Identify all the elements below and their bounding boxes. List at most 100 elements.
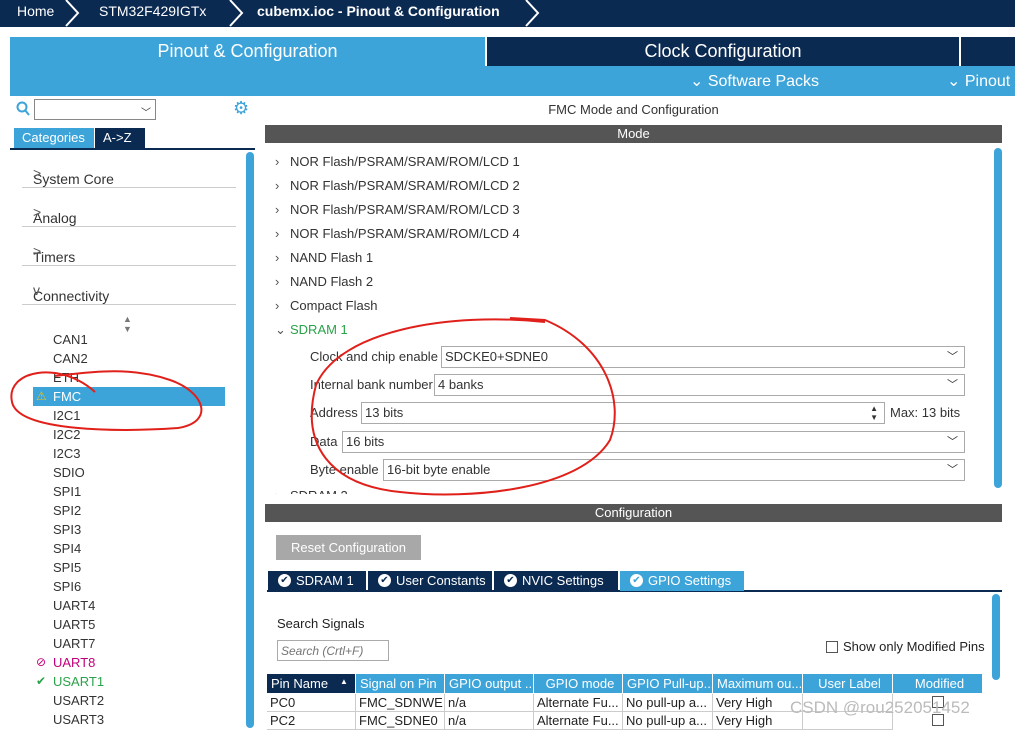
breadcrumb-separator-icon [229, 0, 244, 27]
peripheral-item-uart5[interactable]: UART5 [33, 615, 225, 634]
configuration-header: Configuration [265, 504, 1002, 522]
mode-item-nor-flash-psram-sram-rom-lcd-3[interactable]: › NOR Flash/PSRAM/SRAM/ROM/LCD 3 [275, 200, 520, 220]
table-cell[interactable]: n/a [445, 712, 534, 730]
peripheral-item-usart3[interactable]: USART3 [33, 710, 225, 729]
address-row: Address 13 bits ▲ ▼ Max: 13 bits [310, 402, 965, 424]
bank-number-select[interactable]: 4 banks ﹀ [434, 374, 965, 396]
tab-gpio-settings[interactable]: ✔ GPIO Settings [620, 571, 744, 591]
peripheral-item-uart7[interactable]: UART7 [33, 634, 225, 653]
clock-chip-enable-row: Clock and chip enable SDCKE0+SDNE0 ﹀ [310, 346, 965, 368]
table-cell[interactable]: FMC_SDNE0 [356, 712, 445, 730]
data-row: Data 16 bits ﹀ [310, 431, 965, 453]
peripheral-item-i2c1[interactable]: I2C1 [33, 406, 225, 425]
mode-item-nand-flash-1[interactable]: › NAND Flash 1 [275, 248, 373, 268]
table-cell[interactable]: PC0 [267, 694, 356, 712]
peripheral-item-i2c2[interactable]: I2C2 [33, 425, 225, 444]
mode-header: Mode [265, 125, 1002, 143]
show-modified-label: Show only Modified Pins [843, 639, 985, 654]
peripheral-item-spi6[interactable]: SPI6 [33, 577, 225, 596]
warning-icon: ⚠ [36, 389, 47, 403]
peripheral-item-spi2[interactable]: SPI2 [33, 501, 225, 520]
column-header[interactable]: GPIO output ... [445, 674, 534, 693]
pinout-menu[interactable]: ⌄ Pinout [947, 71, 1010, 91]
table-cell[interactable]: PC2 [267, 712, 356, 730]
bank-number-row: Internal bank number 4 banks ﹀ [310, 374, 965, 396]
column-header[interactable]: Signal on Pin [356, 674, 445, 693]
table-cell[interactable]: Alternate Fu... [534, 712, 623, 730]
peripheral-item-i2c3[interactable]: I2C3 [33, 444, 225, 463]
chevron-down-icon: ⌄ [275, 322, 286, 337]
show-modified-checkbox[interactable] [826, 641, 838, 653]
peripheral-item-eth[interactable]: ETH [33, 368, 225, 387]
category-timers[interactable]: Timers > [22, 232, 236, 266]
table-cell[interactable]: No pull-up a... [623, 712, 713, 730]
reset-configuration-button[interactable]: Reset Configuration [276, 535, 421, 560]
peripheral-item-spi1[interactable]: SPI1 [33, 482, 225, 501]
spinner-arrows-icon[interactable]: ▲ ▼ [870, 404, 878, 422]
mode-item-compact-flash[interactable]: › Compact Flash [275, 296, 377, 316]
table-cell[interactable]: No pull-up a... [623, 694, 713, 712]
table-cell[interactable]: n/a [445, 694, 534, 712]
chevron-right-icon: › [275, 486, 290, 494]
category-system-core[interactable]: System Core > [22, 154, 236, 188]
right-panel: FMC Mode and Configuration Mode › NOR Fla… [265, 96, 1015, 730]
mode-item-nor-flash-psram-sram-rom-lcd-4[interactable]: › NOR Flash/PSRAM/SRAM/ROM/LCD 4 [275, 224, 520, 244]
breadcrumb-device[interactable]: STM32F429IGTx [99, 0, 206, 27]
breadcrumb-project[interactable]: cubemx.ioc - Pinout & Configuration [257, 0, 500, 27]
bank-number-label: Internal bank number [310, 377, 433, 392]
check-icon: ✔ [504, 574, 517, 587]
peripheral-item-usart2[interactable]: USART2 [33, 691, 225, 710]
column-header[interactable]: GPIO Pull-up... [623, 674, 713, 693]
chevron-down-icon: ⌄ [947, 73, 965, 90]
tab-clock-configuration[interactable]: Clock Configuration [487, 37, 959, 66]
peripheral-item-uart8[interactable]: ⊘ UART8 [33, 653, 225, 672]
tab-overflow[interactable] [961, 37, 1015, 66]
search-signals-input[interactable] [277, 640, 389, 661]
tab-a-z[interactable]: A->Z [95, 128, 145, 148]
peripheral-item-usart1[interactable]: ✔ USART1 [33, 672, 225, 691]
column-header[interactable]: User Label [803, 674, 893, 693]
peripheral-item-can2[interactable]: CAN2 [33, 349, 225, 368]
left-scrollbar[interactable] [246, 152, 254, 728]
byte-enable-select[interactable]: 16-bit byte enable ﹀ [383, 459, 965, 481]
column-header[interactable]: Maximum ou... [713, 674, 803, 693]
data-select[interactable]: 16 bits ﹀ [342, 431, 965, 453]
byte-enable-row: Byte enable 16-bit byte enable ﹀ [310, 459, 965, 481]
clock-chip-enable-select[interactable]: SDCKE0+SDNE0 ﹀ [441, 346, 965, 368]
mode-item-sdram-1[interactable]: ⌄ SDRAM 1 [275, 320, 348, 340]
table-cell[interactable]: FMC_SDNWE [356, 694, 445, 712]
peripheral-item-sdio[interactable]: SDIO [33, 463, 225, 482]
mode-scrollbar[interactable] [994, 148, 1002, 488]
tab-user-constants[interactable]: ✔ User Constants [368, 571, 492, 591]
mode-item-nor-flash-psram-sram-rom-lcd-2[interactable]: › NOR Flash/PSRAM/SRAM/ROM/LCD 2 [275, 176, 520, 196]
mode-item-sdram-2[interactable]: ›SDRAM 2 [275, 486, 348, 494]
peripheral-item-fmc[interactable]: ⚠ FMC [33, 387, 225, 406]
peripheral-item-spi5[interactable]: SPI5 [33, 558, 225, 577]
chevron-right-icon: › [275, 226, 280, 241]
config-scrollbar[interactable] [992, 594, 1000, 680]
search-combo[interactable]: ﹀ [34, 99, 156, 120]
mode-item-nand-flash-2[interactable]: › NAND Flash 2 [275, 272, 373, 292]
chevron-down-icon: ﹀ [947, 436, 958, 448]
breadcrumb-home[interactable]: Home [17, 0, 54, 27]
category-analog[interactable]: Analog > [22, 193, 236, 227]
tab-pinout-configuration[interactable]: Pinout & Configuration [10, 37, 485, 66]
peripheral-item-spi3[interactable]: SPI3 [33, 520, 225, 539]
chevron-right-icon: › [275, 274, 280, 289]
category-connectivity[interactable]: Connectivity v [22, 271, 236, 305]
panel-title: FMC Mode and Configuration [548, 102, 719, 117]
peripheral-item-can1[interactable]: CAN1 [33, 330, 225, 349]
peripheral-item-spi4[interactable]: SPI4 [33, 539, 225, 558]
address-spinner[interactable]: 13 bits ▲ ▼ [361, 402, 885, 424]
gear-icon[interactable]: ⚙ [233, 99, 249, 117]
column-header[interactable]: Modified [893, 674, 983, 693]
software-packs-menu[interactable]: ⌄ Software Packs [690, 71, 819, 91]
tab-nvic-settings[interactable]: ✔ NVIC Settings [494, 571, 618, 591]
check-icon: ✔ [278, 574, 291, 587]
mode-item-nor-flash-psram-sram-rom-lcd-1[interactable]: › NOR Flash/PSRAM/SRAM/ROM/LCD 1 [275, 152, 520, 172]
tab-sdram1[interactable]: ✔ SDRAM 1 [268, 571, 366, 591]
table-cell[interactable]: Alternate Fu... [534, 694, 623, 712]
peripheral-item-uart4[interactable]: UART4 [33, 596, 225, 615]
column-header[interactable]: GPIO mode [534, 674, 623, 693]
tab-categories[interactable]: Categories [14, 128, 94, 148]
